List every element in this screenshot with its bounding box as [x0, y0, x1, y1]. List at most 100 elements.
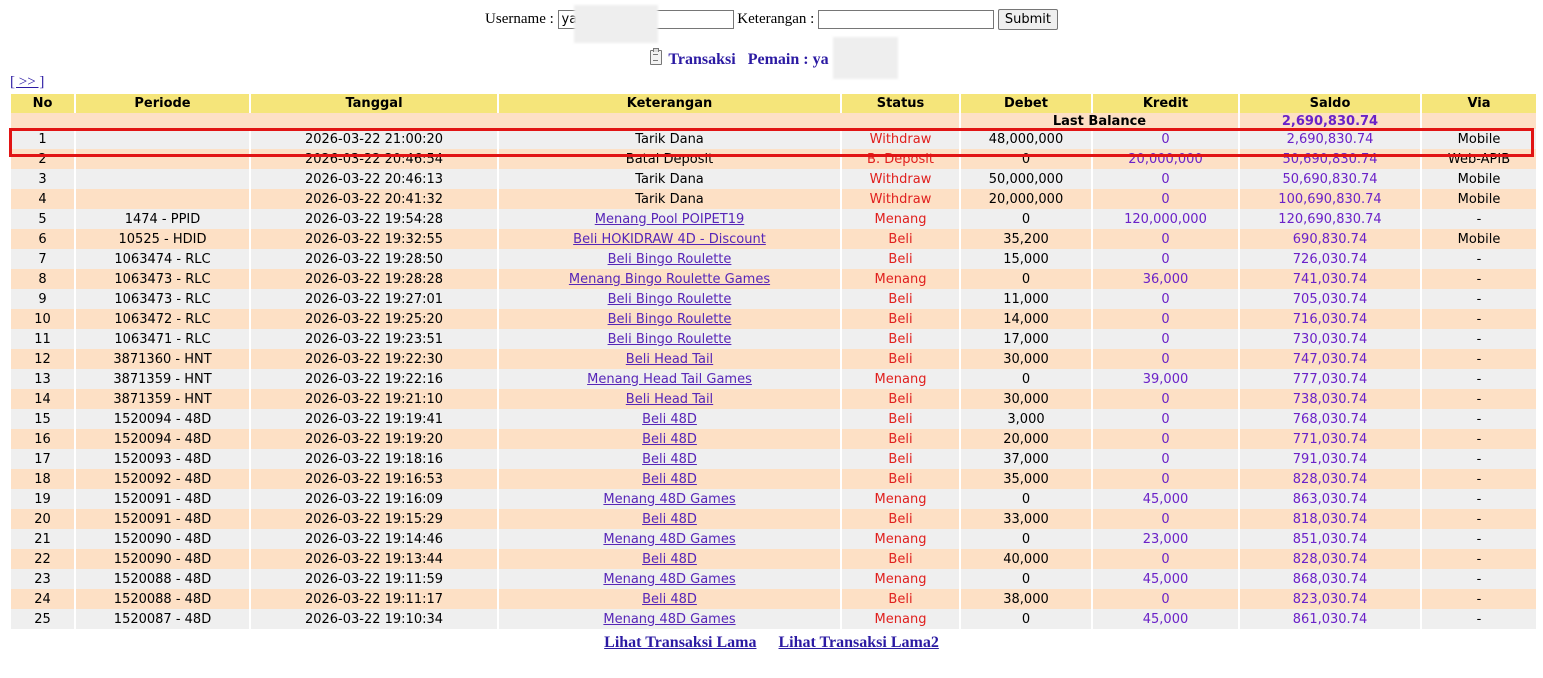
transaction-detail-link[interactable]: Beli 48D — [642, 472, 697, 487]
row-via: - — [1420, 249, 1536, 269]
transaction-detail-link[interactable]: Menang Head Tail Games — [587, 372, 752, 387]
table-row: 7 1063474 - RLC 2026-03-22 19:28:50 Beli Bi… — [9, 249, 1536, 269]
row-debet: 17,000 — [959, 329, 1092, 349]
transaction-detail-link[interactable]: Beli Head Tail — [626, 352, 713, 367]
row-status: B. Deposit — [840, 149, 960, 169]
row-kredit: 0 — [1091, 249, 1239, 269]
row-via: Mobile — [1420, 169, 1536, 189]
row-tanggal: 2026-03-22 19:54:28 — [249, 209, 498, 229]
transaction-detail-link[interactable]: Menang 48D Games — [603, 492, 735, 507]
row-via: - — [1420, 449, 1536, 469]
row-debet: 0 — [959, 489, 1092, 509]
row-number: 11 — [9, 329, 75, 349]
table-row: 4 2026-03-22 20:41:32 Tarik Dana Withdraw 20… — [9, 189, 1536, 209]
transaction-detail-link[interactable]: Beli HOKIDRAW 4D - Discount — [573, 232, 766, 247]
transaction-detail-link[interactable]: Beli Head Tail — [626, 392, 713, 407]
last-balance-row: Last Balance 2,690,830.74 — [9, 113, 1536, 129]
transaction-detail-link[interactable]: Menang 48D Games — [603, 572, 735, 587]
table-row: 15 1520094 - 48D 2026-03-22 19:19:41 Beli 4… — [9, 409, 1536, 429]
transaction-detail-link[interactable]: Beli 48D — [642, 412, 697, 427]
row-tanggal: 2026-03-22 19:11:59 — [249, 569, 498, 589]
table-row: 24 1520088 - 48D 2026-03-22 19:11:17 Beli 4… — [9, 589, 1536, 609]
transaction-detail-link[interactable]: Beli Bingo Roulette — [608, 252, 732, 267]
row-saldo: 771,030.74 — [1238, 429, 1421, 449]
row-number: 13 — [9, 369, 75, 389]
row-via: - — [1420, 569, 1536, 589]
row-keterangan: Menang Head Tail Games — [497, 369, 841, 389]
row-kredit: 36,000 — [1091, 269, 1239, 289]
row-kredit: 20,000,000 — [1091, 149, 1239, 169]
row-keterangan: Menang Pool POIPET19 — [497, 209, 841, 229]
row-saldo: 705,030.74 — [1238, 289, 1421, 309]
row-status: Beli — [840, 409, 960, 429]
row-debet: 11,000 — [959, 289, 1092, 309]
table-row: 13 3871359 - HNT 2026-03-22 19:22:16 Menang… — [9, 369, 1536, 389]
row-via: Mobile — [1420, 189, 1536, 209]
page-heading: Transaksi Pemain : ya — [0, 48, 1543, 69]
row-tanggal: 2026-03-22 19:10:34 — [249, 609, 498, 629]
row-tanggal: 2026-03-22 19:14:46 — [249, 529, 498, 549]
row-debet: 38,000 — [959, 589, 1092, 609]
table-row: 18 1520092 - 48D 2026-03-22 19:16:53 Beli 4… — [9, 469, 1536, 489]
transaction-detail-link[interactable]: Beli 48D — [642, 552, 697, 567]
row-status: Beli — [840, 549, 960, 569]
row-debet: 40,000 — [959, 549, 1092, 569]
row-via: - — [1420, 329, 1536, 349]
old-transactions-link-2[interactable]: Lihat Transaksi Lama2 — [779, 634, 939, 651]
submit-button[interactable]: Submit — [997, 9, 1058, 30]
footer-links: Lihat Transaksi Lama Lihat Transaksi Lam… — [0, 634, 1543, 652]
row-kredit: 120,000,000 — [1091, 209, 1239, 229]
row-number: 23 — [9, 569, 75, 589]
transaction-detail-link[interactable]: Beli 48D — [642, 512, 697, 527]
row-debet: 35,000 — [959, 469, 1092, 489]
transaction-detail-link[interactable]: Beli Bingo Roulette — [608, 332, 732, 347]
next-page-link[interactable]: [ >> ] — [10, 74, 44, 91]
transaction-detail-link[interactable]: Menang 48D Games — [603, 532, 735, 547]
row-kredit: 23,000 — [1091, 529, 1239, 549]
row-number: 21 — [9, 529, 75, 549]
table-row: 3 2026-03-22 20:46:13 Tarik Dana Withdraw 50… — [9, 169, 1536, 189]
transaction-detail-link[interactable]: Beli Bingo Roulette — [608, 312, 732, 327]
row-kredit: 0 — [1091, 169, 1239, 189]
column-header: Saldo — [1238, 94, 1421, 113]
row-keterangan: Beli Bingo Roulette — [497, 289, 841, 309]
keterangan-input[interactable] — [818, 10, 995, 29]
row-tanggal: 2026-03-22 19:19:20 — [249, 429, 498, 449]
row-keterangan: Tarik Dana — [497, 189, 841, 209]
row-saldo: 726,030.74 — [1238, 249, 1421, 269]
row-tanggal: 2026-03-22 19:15:29 — [249, 509, 498, 529]
transaction-detail-link[interactable]: Menang Pool POIPET19 — [595, 212, 745, 227]
row-status: Menang — [840, 209, 960, 229]
row-debet: 30,000 — [959, 389, 1092, 409]
row-status: Beli — [840, 509, 960, 529]
table-row: 5 1474 - PPID 2026-03-22 19:54:28 Menang Po… — [9, 209, 1536, 229]
transaction-detail-link[interactable]: Beli 48D — [642, 592, 697, 607]
column-header: Status — [840, 94, 960, 113]
column-header: Debet — [959, 94, 1092, 113]
keterangan-label: Keterangan : — [737, 10, 815, 27]
transaction-detail-link[interactable]: Menang 48D Games — [603, 612, 735, 627]
transaction-detail-link[interactable]: Beli Bingo Roulette — [608, 292, 732, 307]
row-status: Beli — [840, 449, 960, 469]
page-title: Transaksi — [668, 51, 736, 68]
row-kredit: 0 — [1091, 189, 1239, 209]
transaction-detail-link[interactable]: Menang Bingo Roulette Games — [569, 272, 770, 287]
row-periode: 1520091 - 48D — [74, 509, 250, 529]
row-number: 19 — [9, 489, 75, 509]
username-label: Username : — [485, 10, 554, 27]
row-saldo: 738,030.74 — [1238, 389, 1421, 409]
row-periode: 3871360 - HNT — [74, 349, 250, 369]
row-number: 25 — [9, 609, 75, 629]
row-kredit: 0 — [1091, 129, 1239, 149]
old-transactions-link[interactable]: Lihat Transaksi Lama — [604, 634, 756, 651]
row-keterangan: Beli Bingo Roulette — [497, 249, 841, 269]
table-row: 21 1520090 - 48D 2026-03-22 19:14:46 Menang… — [9, 529, 1536, 549]
table-row: 17 1520093 - 48D 2026-03-22 19:18:16 Beli 4… — [9, 449, 1536, 469]
transaction-detail-link[interactable]: Beli 48D — [642, 452, 697, 467]
row-via: - — [1420, 489, 1536, 509]
row-status: Beli — [840, 429, 960, 449]
row-tanggal: 2026-03-22 19:11:17 — [249, 589, 498, 609]
row-saldo: 863,030.74 — [1238, 489, 1421, 509]
transaction-detail-link[interactable]: Beli 48D — [642, 432, 697, 447]
row-via: - — [1420, 609, 1536, 629]
